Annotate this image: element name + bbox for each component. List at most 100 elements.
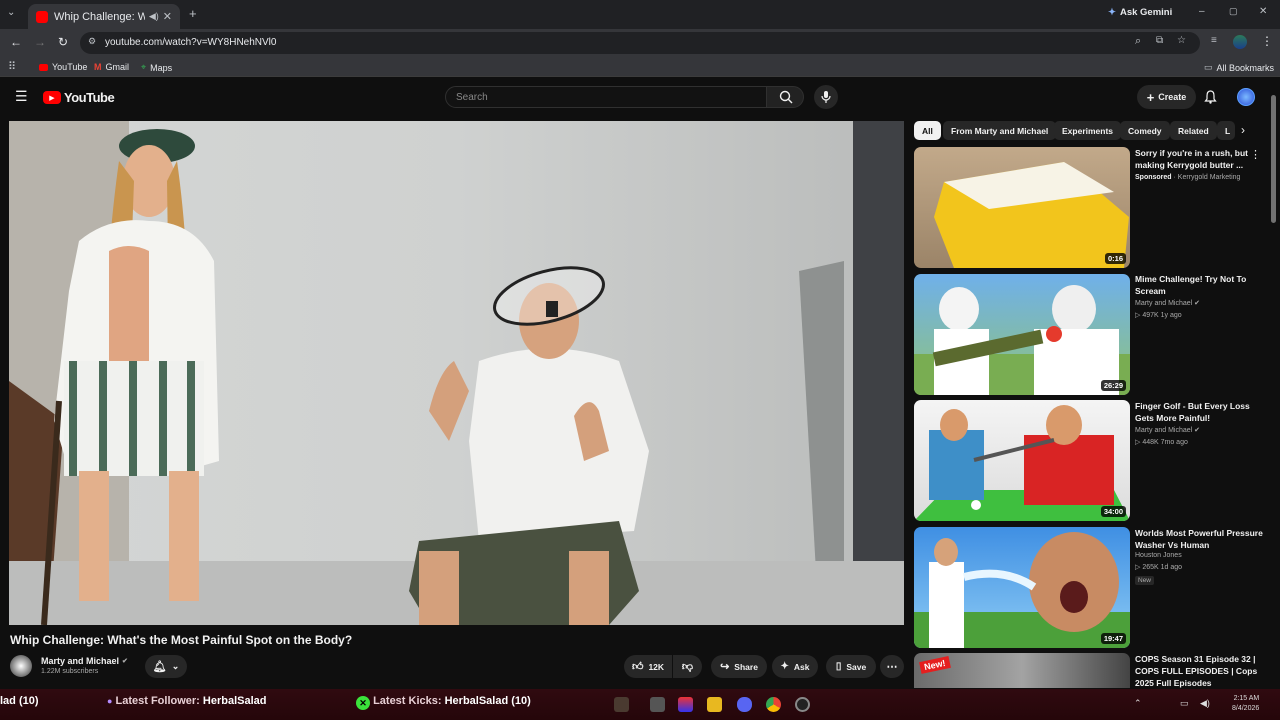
youtube-logo[interactable]: ▶ YouTube [43, 90, 115, 105]
chip-related[interactable]: Related [1170, 121, 1217, 140]
bookmark-gmail[interactable]: M Gmail [94, 62, 129, 72]
rec-title-2[interactable]: Mime Challenge! Try Not To Scream [1135, 273, 1265, 297]
tray-chevron-icon[interactable]: ⌃ [1134, 698, 1142, 709]
like-count: 12K [648, 661, 665, 672]
app-icon-3[interactable] [678, 697, 693, 712]
new-tab-icon[interactable]: + [189, 6, 197, 21]
search-input[interactable]: Search [445, 86, 767, 108]
youtube-play-logo-icon: ▶ [43, 91, 61, 104]
chip-partial[interactable]: L [1217, 121, 1235, 140]
network-icon[interactable]: ▭ [1180, 698, 1189, 709]
bookmark-star-icon[interactable]: ☆ [1177, 35, 1186, 46]
chip-all[interactable]: All [914, 121, 941, 140]
rec-thumbnail-3[interactable]: 34:00 [914, 400, 1130, 521]
app-icon-1[interactable] [614, 697, 629, 712]
all-bookmarks-button[interactable]: ▭ All Bookmarks [1204, 62, 1274, 73]
ticker-left-fragment: lad (10) [0, 695, 39, 707]
video-player[interactable] [9, 121, 904, 625]
chip-from-channel[interactable]: From Marty and Michael [943, 121, 1057, 140]
clock-date: 8/4/2026 [1232, 705, 1260, 712]
url-text: youtube.com/watch?v=WY8HNehNVl0 [105, 37, 277, 48]
bell-icon: 🔔︎ [152, 661, 167, 673]
ask-gemini-button[interactable]: ✦ Ask Gemini [1108, 7, 1172, 18]
clock[interactable]: 2:15 AM 8/4/2026 [1232, 694, 1259, 714]
chip-experiments[interactable]: Experiments [1054, 121, 1122, 140]
like-button[interactable]: 👍︎ 12K [624, 655, 672, 678]
restore-icon[interactable]: ▢ [1229, 6, 1238, 17]
youtube-masthead: ☰ ▶ YouTube Search + Create [0, 77, 1280, 117]
menu-kebab-icon[interactable]: ⋮ [1261, 34, 1273, 48]
browser-tab-active[interactable]: Whip Challenge: What's the ◀) ✕ [28, 4, 180, 29]
voice-search-button[interactable] [814, 85, 838, 109]
page-scrollbar[interactable] [1271, 95, 1276, 223]
zoom-icon[interactable]: ⌕ [1135, 35, 1141, 48]
rec-title-4[interactable]: Worlds Most Powerful Pressure Washer Vs … [1135, 527, 1265, 551]
account-avatar[interactable] [1237, 88, 1255, 106]
rec-channel-3: Marty and Michael ✔ [1135, 425, 1200, 437]
chip-comedy[interactable]: Comedy [1120, 121, 1170, 140]
plus-icon: + [1146, 89, 1155, 105]
bookmark-label: Maps [150, 62, 173, 73]
bookmark-icon: ▯ [835, 661, 842, 672]
thumbs-down-icon: 👎︎ [681, 661, 694, 673]
rec-thumbnail-2[interactable]: 26:29 [914, 274, 1130, 395]
channel-avatar[interactable] [10, 655, 32, 677]
app-icon-2[interactable] [650, 697, 665, 712]
share-label: Share [734, 661, 758, 672]
hamburger-menu-icon[interactable]: ☰ [15, 88, 28, 105]
bookmarks-bar: ⠿ YouTube M Gmail ⌖ Maps ▭ All Bookmarks [0, 57, 1280, 77]
folder-icon[interactable] [707, 697, 722, 712]
bookmark-youtube[interactable]: YouTube [39, 62, 87, 72]
duration-badge: 34:00 [1100, 506, 1126, 517]
folder-icon: ▭ [1204, 62, 1213, 72]
reload-icon[interactable]: ↻ [58, 35, 68, 49]
install-icon[interactable]: ⧉ [1156, 35, 1163, 46]
site-info-icon[interactable]: ⚙ [88, 36, 96, 47]
rec-thumbnail-5[interactable]: New! [914, 653, 1130, 688]
chips-next-arrow-icon[interactable]: › [1241, 123, 1245, 137]
ask-button[interactable]: ✦ Ask [772, 655, 818, 678]
volume-icon[interactable]: ◀) [1200, 698, 1210, 709]
audio-icon[interactable]: ◀) [149, 11, 159, 22]
share-button[interactable]: ↪ Share [711, 655, 767, 678]
media-control-icon[interactable]: ≡ [1211, 35, 1217, 46]
back-icon[interactable]: ← [10, 35, 22, 49]
apps-grid-icon[interactable]: ⠿ [8, 60, 16, 73]
rec-title-5[interactable]: COPS Season 31 Episode 32 | COPS FULL EP… [1135, 653, 1265, 689]
search-button[interactable] [766, 86, 804, 108]
sparkle-icon: ✦ [780, 661, 789, 672]
bookmark-maps[interactable]: ⌖ Maps [141, 62, 172, 73]
notifications-bell-icon[interactable] [1204, 90, 1217, 104]
rec-stats-4: ▷ 265K 1d ago [1135, 564, 1183, 571]
gmail-icon: M [94, 62, 102, 72]
channel-name[interactable]: Marty and Michael ✔ [41, 656, 128, 666]
subscribe-bell-button[interactable]: 🔔︎ ⌄ [145, 655, 187, 678]
rec-thumbnail-1[interactable]: 0:16 [914, 147, 1130, 268]
close-window-icon[interactable]: ✕ [1259, 6, 1267, 17]
forward-icon[interactable]: → [34, 35, 46, 49]
youtube-icon [39, 63, 48, 71]
more-actions-button[interactable]: ⋯ [880, 655, 904, 678]
close-tab-icon[interactable]: ✕ [163, 10, 172, 23]
tab-search-icon[interactable]: ⌄ [7, 7, 15, 18]
rec-channel-2: Marty and Michael ✔ [1135, 298, 1200, 310]
thumbs-up-icon: 👍︎ [631, 661, 644, 673]
minimize-icon[interactable]: – [1199, 6, 1205, 17]
tab-title: Whip Challenge: What's the [54, 10, 145, 23]
profile-avatar-icon[interactable] [1233, 35, 1247, 49]
pressure-washer-thumbnail-image [914, 532, 1130, 648]
rec-title-3[interactable]: Finger Golf - But Every Loss Gets More P… [1135, 400, 1265, 424]
rec-title-1[interactable]: Sorry if you're in a rush, but making Ke… [1135, 147, 1265, 171]
obs-icon[interactable] [795, 697, 810, 712]
share-arrow-icon: ↪ [720, 661, 730, 673]
create-button[interactable]: + Create [1137, 85, 1196, 109]
rec-thumbnail-4[interactable]: 19:47 [914, 527, 1130, 648]
rec-more-icon[interactable]: ⋮ [1250, 148, 1261, 161]
save-button[interactable]: ▯ Save [826, 655, 876, 678]
chrome-icon[interactable] [766, 697, 781, 712]
verified-check-icon: ✔ [1194, 427, 1201, 434]
discord-icon[interactable] [737, 697, 752, 712]
dislike-button[interactable]: 👎︎ [673, 655, 702, 678]
new-sticker: New! [919, 656, 951, 674]
address-bar[interactable]: ⚙ youtube.com/watch?v=WY8HNehNVl0 ⌕ ⧉ ☆ [80, 32, 1200, 54]
